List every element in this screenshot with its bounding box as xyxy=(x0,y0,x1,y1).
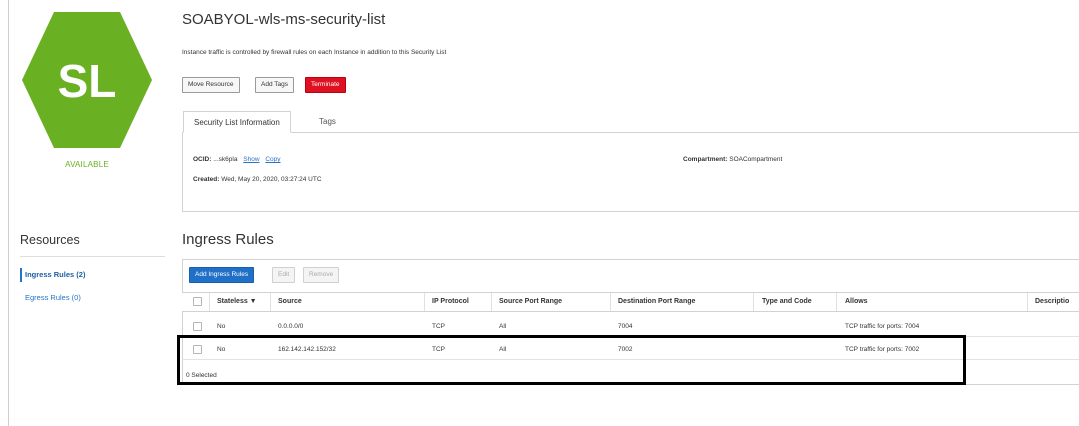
column-header-destination-port-range: Destination Port Range xyxy=(618,298,696,305)
column-divider xyxy=(1027,293,1028,311)
remove-button[interactable]: Remove xyxy=(303,267,340,283)
cell-stateless: No xyxy=(217,323,226,330)
ocid-row: OCID: ...sk6pla Show Copy xyxy=(193,156,281,163)
column-divider xyxy=(209,293,210,311)
column-header-type-and-code: Type and Code xyxy=(762,298,812,305)
column-header-source-port-range: Source Port Range xyxy=(499,298,563,305)
cell-ip-protocol: TCP xyxy=(432,346,445,353)
compartment-label: Compartment: xyxy=(683,156,728,163)
created-row: Created: Wed, May 20, 2020, 03:27:24 UTC xyxy=(193,176,322,183)
cell-stateless: No xyxy=(217,346,226,353)
add-tags-button[interactable]: Add Tags xyxy=(255,77,294,93)
created-label: Created: xyxy=(193,176,220,183)
compartment-row: Compartment: SOACompartment xyxy=(683,156,782,163)
column-header-allows: Allows xyxy=(845,298,868,305)
cell-source: 162.142.142.152/32 xyxy=(278,346,336,353)
badge-text: SL xyxy=(58,55,117,107)
security-list-info-panel xyxy=(182,132,1079,212)
resources-heading: Resources xyxy=(20,233,80,247)
row-checkbox[interactable] xyxy=(193,322,202,331)
column-header-stateless[interactable]: Stateless ▼ xyxy=(217,293,257,311)
cell-allows: TCP traffic for ports: 7002 xyxy=(845,346,920,353)
cell-source-port-range: All xyxy=(499,346,507,353)
hexagon-icon: SL xyxy=(22,12,152,148)
add-ingress-rules-button[interactable]: Add Ingress Rules xyxy=(189,267,255,283)
resources-divider xyxy=(20,256,165,257)
column-divider xyxy=(424,293,425,311)
ocid-label: OCID: xyxy=(193,156,212,163)
ocid-show-link[interactable]: Show xyxy=(243,156,259,163)
column-divider xyxy=(491,293,492,311)
created-value: Wed, May 20, 2020, 03:27:24 UTC xyxy=(221,176,322,183)
column-divider xyxy=(836,293,837,311)
column-header-ip-protocol: IP Protocol xyxy=(432,298,469,305)
cell-destination-port-range: 7004 xyxy=(618,323,633,330)
left-border xyxy=(8,0,9,426)
cell-ip-protocol: TCP xyxy=(432,323,445,330)
edit-button[interactable]: Edit xyxy=(272,267,296,283)
cell-source-port-range: All xyxy=(499,323,507,330)
terminate-button[interactable]: Terminate xyxy=(305,77,346,93)
cell-source: 0.0.0.0/0 xyxy=(278,323,304,330)
sidebar-item-ingress-rules[interactable]: Ingress Rules (2) xyxy=(20,268,85,282)
column-divider xyxy=(753,293,754,311)
ocid-copy-link[interactable]: Copy xyxy=(265,156,280,163)
ocid-value: ...sk6pla xyxy=(213,156,238,163)
column-divider xyxy=(270,293,271,311)
row-checkbox[interactable] xyxy=(193,345,202,354)
status-label: AVAILABLE xyxy=(65,160,109,169)
compartment-value: SOACompartment xyxy=(729,156,783,163)
cell-destination-port-range: 7002 xyxy=(618,346,633,353)
tab-security-list-information[interactable]: Security List Information xyxy=(183,111,291,133)
column-header-description: Descriptio xyxy=(1035,298,1070,305)
table-row: No 0.0.0.0/0 TCP All 7004 TCP traffic fo… xyxy=(182,317,1079,337)
move-resource-button[interactable]: Move Resource xyxy=(182,77,240,93)
table-header: Stateless ▼ Source IP Protocol Source Po… xyxy=(182,292,1079,312)
table-row: No 162.142.142.152/32 TCP All 7002 TCP t… xyxy=(182,340,1079,360)
page-description: Instance traffic is controlled by firewa… xyxy=(182,49,447,56)
select-all-checkbox[interactable] xyxy=(193,297,202,306)
page-title: SOABYOL-wls-ms-security-list xyxy=(182,11,386,28)
resource-badge: SL xyxy=(20,10,154,150)
cell-allows: TCP traffic for ports: 7004 xyxy=(845,323,920,330)
selection-count: 0 Selected xyxy=(186,372,217,379)
sidebar-item-egress-rules[interactable]: Egress Rules (0) xyxy=(20,293,81,302)
tab-tags[interactable]: Tags xyxy=(309,110,346,134)
column-divider xyxy=(610,293,611,311)
ingress-rules-heading: Ingress Rules xyxy=(182,231,274,248)
column-header-source: Source xyxy=(278,298,302,305)
